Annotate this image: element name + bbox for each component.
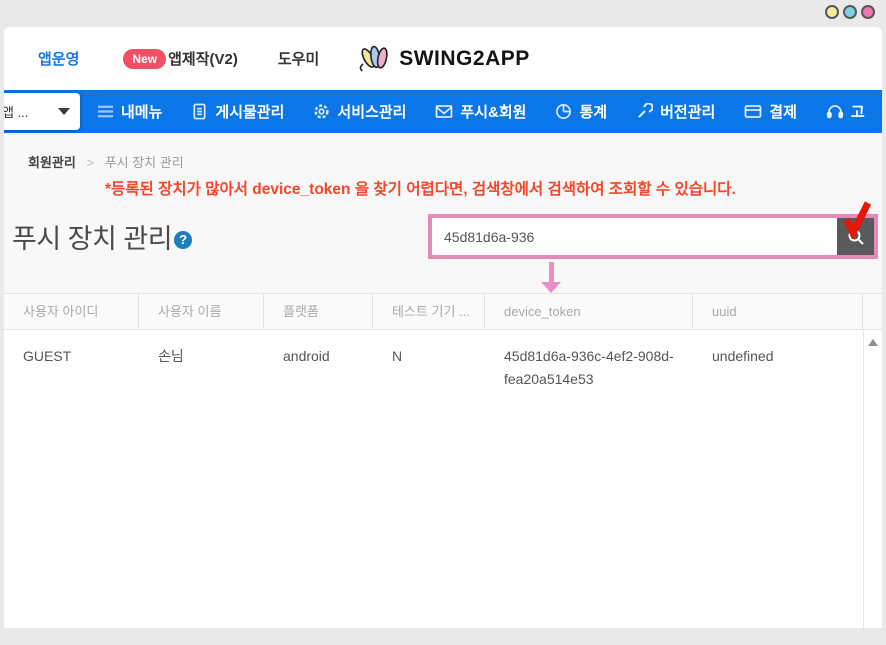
nav-item-label: 게시물관리 <box>215 101 284 122</box>
cell-user-id: GUEST <box>4 345 139 391</box>
col-header-filler <box>863 294 882 329</box>
logo-text: SWING2APP <box>399 47 530 71</box>
cell-platform: android <box>264 345 373 391</box>
link-helper[interactable]: 도우미 <box>278 48 319 69</box>
card-icon <box>744 103 762 120</box>
nav-item-payment[interactable]: 결제 <box>744 101 797 122</box>
col-header-platform: 플랫폼 <box>264 294 373 329</box>
pink-down-arrow-annotation <box>537 262 565 293</box>
vertical-scrollbar[interactable] <box>863 330 882 628</box>
red-check-annotation-icon <box>840 199 872 239</box>
nav-item-my-menu[interactable]: 내메뉴 <box>97 101 162 122</box>
cell-uuid: undefined <box>693 345 863 391</box>
headset-icon <box>826 103 844 120</box>
link-app-maker-v2[interactable]: 앱제작(V2) <box>168 48 238 69</box>
search-bar-highlighted <box>428 214 878 259</box>
cell-user-name: 손님 <box>139 345 264 391</box>
gear-icon <box>313 103 330 120</box>
logo-swirl-icon <box>356 44 394 74</box>
nav-item-label: 서비스관리 <box>337 101 406 122</box>
link-app-operation[interactable]: 앱운영 <box>38 48 79 69</box>
nav-item-push-members[interactable]: 푸시&회원 <box>435 101 526 122</box>
nav-item-label: 내메뉴 <box>121 101 162 122</box>
nav-item-support[interactable]: 고 <box>826 101 865 122</box>
table-header-row: 사용자 아이디 사용자 이름 플랫폼 테스트 기기 ... device_tok… <box>4 293 882 330</box>
col-header-uuid: uuid <box>693 294 863 329</box>
title-row: 푸시 장치 관리 ? <box>12 217 192 256</box>
app-window: 앱운영 New 앱제작(V2) 도우미 SWING2APP <box>0 0 886 645</box>
nav-item-statistics[interactable]: 통계 <box>555 101 607 122</box>
wrench-icon <box>636 103 653 120</box>
main-navbar: 앱 ... 내메뉴 게시물관리 <box>4 90 882 133</box>
main-card: 앱운영 New 앱제작(V2) 도우미 SWING2APP <box>4 27 882 628</box>
breadcrumb: 회원관리 > 푸시 장치 관리 <box>28 152 184 171</box>
top-header: 앱운영 New 앱제작(V2) 도우미 SWING2APP <box>4 27 882 90</box>
cell-test-device: N <box>373 345 485 391</box>
col-header-user-id: 사용자 아이디 <box>4 294 139 329</box>
pie-chart-icon <box>555 103 572 120</box>
table-row: GUEST 손님 android N 45d81d6a-936c-4ef2-90… <box>4 330 882 391</box>
col-header-device-token: device_token <box>485 294 693 329</box>
nav-item-label: 결제 <box>769 101 797 122</box>
window-controls <box>825 5 875 19</box>
nav-item-label: 통계 <box>579 101 607 122</box>
window-dot-yellow[interactable] <box>825 5 839 19</box>
app-select-dropdown[interactable]: 앱 ... <box>4 93 80 130</box>
breadcrumb-separator: > <box>86 155 94 170</box>
nav-item-label: 푸시&회원 <box>460 101 526 122</box>
top-links: 앱운영 New 앱제작(V2) 도우미 <box>38 27 319 90</box>
app-select-label: 앱 ... <box>4 102 52 121</box>
nav-item-services[interactable]: 서비스관리 <box>313 101 406 122</box>
col-header-test-device: 테스트 기기 ... <box>373 294 485 329</box>
cell-device-token: 45d81d6a-936c-4ef2-908d-fea20a514e53 <box>485 345 693 391</box>
menu-icon <box>97 103 114 120</box>
table-body: GUEST 손님 android N 45d81d6a-936c-4ef2-90… <box>4 330 882 628</box>
breadcrumb-current: 푸시 장치 관리 <box>105 155 184 170</box>
nav-items: 내메뉴 게시물관리 <box>97 90 865 133</box>
post-icon <box>191 103 208 120</box>
col-header-user-name: 사용자 이름 <box>139 294 264 329</box>
search-input[interactable] <box>432 218 837 255</box>
caret-down-icon <box>58 108 70 115</box>
nav-item-version[interactable]: 버전관리 <box>636 101 715 122</box>
notice-text: *등록된 장치가 많아서 device_token 을 찾기 어렵다면, 검색창… <box>105 177 736 199</box>
window-dot-cyan[interactable] <box>843 5 857 19</box>
new-badge: New <box>123 49 166 69</box>
window-dot-pink[interactable] <box>861 5 875 19</box>
nav-item-label: 고 <box>851 101 865 122</box>
nav-item-posts[interactable]: 게시물관리 <box>191 101 284 122</box>
nav-item-label: 버전관리 <box>660 101 715 122</box>
device-table: 사용자 아이디 사용자 이름 플랫폼 테스트 기기 ... device_tok… <box>4 293 882 628</box>
page-title: 푸시 장치 관리 <box>12 217 172 256</box>
help-icon[interactable]: ? <box>174 231 192 249</box>
breadcrumb-member-management[interactable]: 회원관리 <box>28 155 76 170</box>
swing2app-logo[interactable]: SWING2APP <box>356 27 530 90</box>
mail-icon <box>435 103 453 120</box>
scroll-up-arrow-icon[interactable] <box>868 339 878 346</box>
content-area: 회원관리 > 푸시 장치 관리 *등록된 장치가 많아서 device_toke… <box>4 133 882 628</box>
